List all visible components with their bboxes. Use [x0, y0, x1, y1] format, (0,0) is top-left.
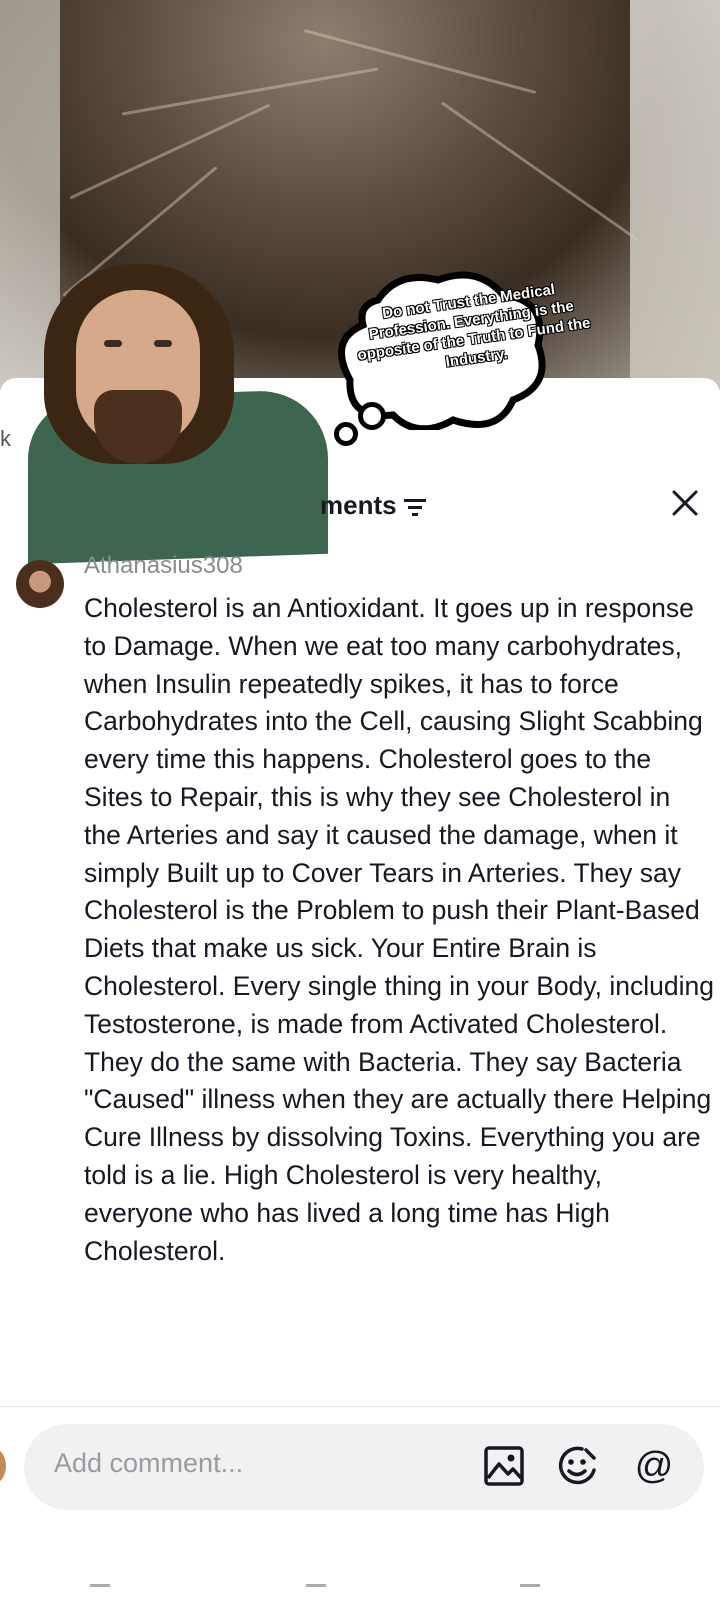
hair-strand [121, 67, 379, 116]
comment-username[interactable]: Athanasius308 [84, 552, 243, 580]
divider [0, 1406, 720, 1407]
clipped-text: k [0, 426, 11, 451]
creator-sticker [18, 262, 328, 565]
eye [104, 340, 122, 347]
thought-dot-small [334, 422, 358, 446]
image-icon[interactable] [482, 1444, 526, 1488]
mention-icon[interactable]: @ [632, 1444, 676, 1488]
recents-nav-icon[interactable] [520, 1584, 540, 1597]
close-icon[interactable] [670, 488, 700, 518]
home-nav-icon[interactable] [306, 1584, 326, 1597]
eye [154, 340, 172, 347]
commenter-avatar[interactable] [16, 560, 64, 608]
hair-strand [440, 101, 640, 242]
comment-input-placeholder: Add comment... [54, 1448, 244, 1478]
comment-text: Cholesterol is an Antioxidant. It goes u… [84, 593, 714, 1266]
system-nav-bar [0, 1572, 720, 1608]
hair-strand [303, 28, 537, 95]
emoji-icon[interactable] [556, 1444, 600, 1488]
wall-right [630, 0, 720, 390]
mention-glyph: @ [635, 1445, 674, 1487]
back-nav-icon[interactable] [90, 1584, 110, 1597]
filter-icon[interactable] [402, 496, 428, 518]
thought-dot-large [358, 402, 386, 430]
hair-strand [69, 103, 271, 200]
comments-title: ments [320, 490, 397, 520]
